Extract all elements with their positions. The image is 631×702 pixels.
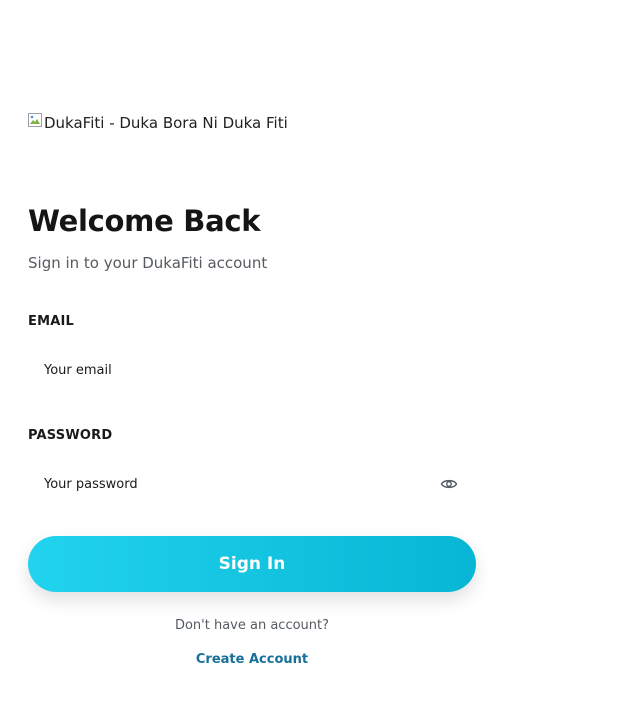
password-field-wrapper [28, 464, 476, 504]
broken-image-icon [28, 113, 42, 127]
email-field[interactable] [28, 350, 476, 390]
show-password-toggle[interactable] [440, 476, 458, 492]
password-field[interactable] [28, 464, 476, 504]
login-page: DukaFiti - Duka Bora Ni Duka Fiti Welcom… [0, 0, 631, 702]
create-account-link[interactable]: Create Account [28, 652, 476, 667]
password-label: PASSWORD [28, 428, 113, 443]
brand-logo: DukaFiti - Duka Bora Ni Duka Fiti [28, 110, 288, 136]
email-label: EMAIL [28, 314, 74, 329]
email-field-wrapper [28, 350, 476, 390]
eye-icon [440, 479, 458, 489]
logo-alt-text: DukaFiti - Duka Bora Ni Duka Fiti [44, 114, 288, 132]
no-account-text: Don't have an account? [174, 618, 330, 633]
sign-in-button[interactable]: Sign In [28, 536, 476, 592]
page-title: Welcome Back [28, 204, 261, 238]
page-subtitle: Sign in to your DukaFiti account [28, 254, 268, 272]
